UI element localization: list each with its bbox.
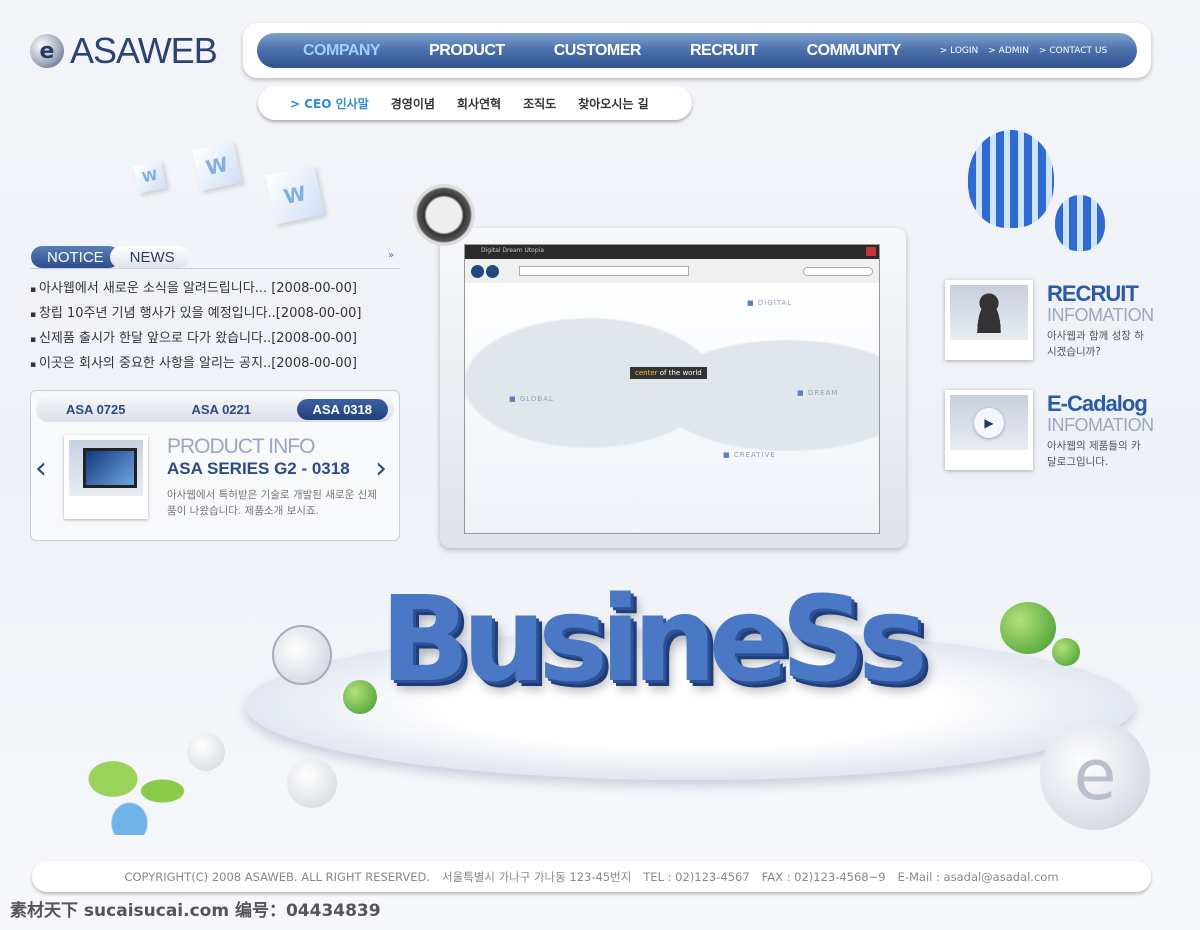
tv-icon (69, 440, 143, 496)
www-cube-icon: W (133, 160, 167, 194)
logo-e-icon: e (30, 34, 64, 68)
back-icon (471, 264, 484, 278)
footer: COPYRIGHT(C) 2008 ASAWEB. ALL RIGHT RESE… (32, 861, 1151, 892)
contact-link[interactable]: > CONTACT US (1039, 46, 1107, 56)
www-cube-icon: W (265, 165, 325, 225)
nav-community[interactable]: COMMUNITY (807, 42, 902, 60)
product-tab[interactable]: ASA 0725 (50, 399, 142, 420)
email[interactable]: E-Mail : asadal@asadal.com (898, 870, 1059, 884)
copyright: COPYRIGHT(C) 2008 ASAWEB. ALL RIGHT RESE… (124, 869, 431, 884)
address: 서울특별시 가나구 가나동 123-45번지 (442, 869, 632, 884)
tab-notice[interactable]: NOTICE (31, 246, 120, 268)
map-label: CREATIVE (723, 451, 776, 459)
gauge-icon (413, 184, 475, 246)
balloon-icon (968, 130, 1054, 228)
tree-icon (1000, 602, 1056, 654)
more-icon[interactable]: » (388, 250, 394, 261)
world-map: DIGITAL GLOBAL DREAM CREATIVE center of … (465, 283, 879, 533)
product-tab-active[interactable]: ASA 0318 (296, 398, 388, 420)
chevron-left-icon[interactable]: ‹ (35, 451, 47, 486)
tree-icon (1052, 638, 1080, 666)
product-tabs: ASA 0725 ASA 0221 ASA 0318 (36, 396, 394, 422)
notice-list: 아사웹에서 새로운 소식을 알려드립니다... [2008-00-00] 창립 … (30, 277, 405, 377)
product-thumbnail[interactable] (64, 435, 148, 519)
ecatalog-title[interactable]: E-Cadalog (1047, 391, 1148, 417)
admin-link[interactable]: > ADMIN (988, 46, 1029, 56)
chevron-right-icon[interactable]: › (375, 451, 387, 486)
list-item[interactable]: 아사웹에서 새로운 소식을 알려드립니다... [2008-00-00] (30, 277, 405, 302)
ecatalog-desc: 아사웹의 제품들의 카달로그입니다. (1047, 440, 1141, 468)
laptop-illustration: Digital Dream Utopia DIGITAL GLOBAL DREA… (440, 228, 906, 548)
sub-nav: > CEO 인사말 경영이념 회사연혁 조직도 찾아오시는 길 (258, 86, 692, 120)
close-icon (866, 247, 876, 256)
browser-toolbar (465, 259, 879, 283)
watermark: 素材天下 sucaisucai.com 编号：04434839 (10, 901, 381, 921)
map-callout: center of the world (630, 367, 707, 379)
notice-tabs: NOTICE NEWS (31, 246, 189, 268)
tel: TEL : 02)123-4567 (643, 869, 750, 884)
map-label: DIGITAL (747, 299, 792, 307)
browser-window: Digital Dream Utopia DIGITAL GLOBAL DREA… (464, 244, 880, 534)
list-item[interactable]: 이곳은 회사의 중요한 사항을 알리는 공지..[2008-00-00] (30, 352, 405, 377)
map-label: DREAM (797, 389, 838, 397)
ecatalog-subtitle: INFOMATION (1047, 415, 1154, 435)
headphone-e-icon: e (1040, 720, 1150, 830)
window-title: Digital Dream Utopia (465, 245, 879, 259)
nav-customer[interactable]: CUSTOMER (554, 42, 642, 60)
business-3d-text: BusineSs (380, 570, 928, 708)
subnav-philosophy[interactable]: 경영이념 (391, 95, 435, 112)
satellite-dish-icon (272, 625, 332, 685)
address-bar (519, 266, 689, 276)
nav-company[interactable]: COMPANY (303, 42, 381, 60)
utility-links: > LOGIN > ADMIN > CONTACT US (940, 46, 1107, 56)
subnav-ceo[interactable]: > CEO 인사말 (290, 95, 369, 112)
tab-news[interactable]: NEWS (109, 246, 189, 268)
search-box (803, 266, 873, 276)
subnav-history[interactable]: 회사연혁 (457, 95, 501, 112)
callout-highlight: center (635, 369, 658, 377)
map-label: GLOBAL (509, 395, 554, 403)
brand-name: ASAWEB (70, 30, 218, 71)
balloon-icon (1055, 195, 1105, 251)
login-link[interactable]: > LOGIN (940, 46, 979, 56)
ecatalog-card[interactable]: ▶ (945, 390, 1033, 470)
recruit-title[interactable]: RECRUIT (1047, 281, 1139, 307)
fax: FAX : 02)123-4568~9 (761, 869, 886, 884)
logo[interactable]: e ASAWEB (30, 30, 218, 72)
divider (30, 268, 400, 269)
recruit-subtitle: INFOMATION (1047, 305, 1154, 325)
sphere-icon (287, 758, 337, 808)
list-item[interactable]: 창립 10주년 기념 행사가 있을 예정입니다..[2008-00-00] (30, 302, 405, 327)
recruit-desc: 아사웹과 함께 성장 하시겠습니까? (1047, 330, 1144, 358)
sphere-icon (187, 733, 225, 771)
tree-icon (343, 680, 377, 714)
forward-icon (486, 264, 499, 278)
recruit-card[interactable] (945, 280, 1033, 360)
nav-recruit[interactable]: RECRUIT (690, 42, 758, 60)
subnav-org[interactable]: 조직도 (523, 95, 556, 112)
callout-text: of the world (657, 369, 702, 377)
product-tab[interactable]: ASA 0221 (176, 399, 268, 420)
product-panel: ASA 0725 ASA 0221 ASA 0318 ‹ › PRODUCT I… (30, 390, 400, 541)
play-icon: ▶ (950, 395, 1028, 450)
www-cube-icon: W (192, 141, 242, 191)
person-icon (950, 285, 1028, 340)
list-item[interactable]: 신제품 출시가 한달 앞으로 다가 왔습니다..[2008-00-00] (30, 327, 405, 352)
sprout-icon (80, 755, 190, 835)
subnav-directions[interactable]: 찾아오시는 길 (578, 95, 648, 112)
product-name[interactable]: ASA SERIES G2 - 0318 (167, 459, 350, 479)
main-nav: COMPANY PRODUCT CUSTOMER RECRUIT COMMUNI… (257, 33, 1137, 68)
nav-product[interactable]: PRODUCT (429, 42, 505, 60)
product-info-title: PRODUCT INFO (167, 435, 315, 458)
window-title-text: Digital Dream Utopia (481, 247, 545, 254)
product-desc: 아사웹에서 특허받은 기술로 개발된 새로운 신제품이 나왔습니다. 제품소개 … (167, 489, 377, 517)
